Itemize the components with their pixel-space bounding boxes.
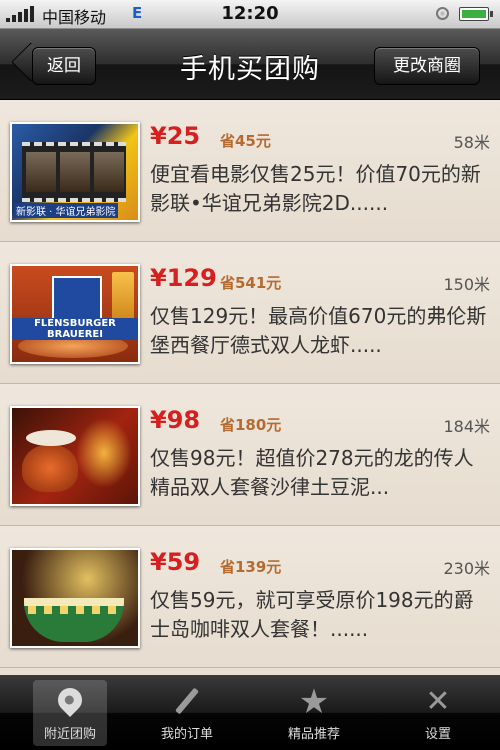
deal-list[interactable]: 新影联 · 华谊兄弟影院 ¥25 省45元 58米 便宜看电影仅售25元！价值7… xyxy=(0,100,500,675)
change-area-button[interactable]: 更改商圈 xyxy=(374,47,480,85)
deal-item[interactable]: 新影联 · 华谊兄弟影院 ¥25 省45元 58米 便宜看电影仅售25元！价值7… xyxy=(0,100,500,242)
deal-saving: 省180元 xyxy=(220,416,282,434)
tab-my-orders[interactable]: 我的订单 xyxy=(150,680,224,746)
deal-distance: 150米 xyxy=(443,275,490,294)
deal-price: ¥59 xyxy=(150,548,201,576)
deal-item[interactable]: ¥59 省139元 230米 仅售59元，就可享受原价198元的爵士岛咖啡双人套… xyxy=(0,526,500,668)
tools-icon: ✕ xyxy=(425,684,451,719)
pen-icon xyxy=(175,687,199,715)
deal-price: ¥129 xyxy=(150,264,217,292)
deal-saving: 省139元 xyxy=(220,558,282,576)
deal-distance: 230米 xyxy=(443,559,490,578)
thumbnail-caption: 新影联 · 华谊兄弟影院 xyxy=(14,203,118,218)
clock: 12:20 xyxy=(221,3,279,24)
deal-price: ¥98 xyxy=(150,406,201,434)
thumbnail-caption: FLENSBURGER BRAUEREI xyxy=(12,318,138,340)
deal-price: ¥25 xyxy=(150,122,201,150)
deal-description: 便宜看电影仅售25元！价值70元的新影联•华谊兄弟影院2D...... xyxy=(150,162,481,215)
tab-label: 设置 xyxy=(424,727,451,742)
status-bar: 中国移动 E 12:20 xyxy=(0,0,500,29)
deal-description: 仅售98元！超值价278元的龙的传人精品双人套餐沙律土豆泥... xyxy=(150,446,474,499)
tab-label: 我的订单 xyxy=(160,727,213,742)
star-icon: ★ xyxy=(298,682,330,722)
location-pin-icon xyxy=(53,683,87,717)
deal-saving: 省541元 xyxy=(220,274,282,292)
tab-featured[interactable]: ★ 精品推荐 xyxy=(277,680,351,746)
deal-thumbnail xyxy=(10,406,140,506)
deal-item[interactable]: FLENSBURGER BRAUEREI ¥129 省541元 150米 仅售1… xyxy=(0,242,500,384)
nav-bar: 返回 手机买团购 更改商圈 xyxy=(0,29,500,100)
deal-saving: 省45元 xyxy=(220,132,271,150)
tab-label: 附近团购 xyxy=(43,727,96,742)
tab-label: 精品推荐 xyxy=(287,727,340,742)
deal-distance: 184米 xyxy=(443,417,490,436)
deal-thumbnail: FLENSBURGER BRAUEREI xyxy=(10,264,140,364)
deal-description: 仅售59元，就可享受原价198元的爵士岛咖啡双人套餐！...... xyxy=(150,588,474,641)
deal-item[interactable]: ¥98 省180元 184米 仅售98元！超值价278元的龙的传人精品双人套餐沙… xyxy=(0,384,500,526)
tab-bar: 附近团购 我的订单 ★ 精品推荐 ✕ 设置 xyxy=(0,675,500,750)
deal-thumbnail: 新影联 · 华谊兄弟影院 xyxy=(10,122,140,222)
battery-icon xyxy=(459,7,493,21)
tab-nearby-deals[interactable]: 附近团购 xyxy=(33,680,107,746)
rotation-lock-icon xyxy=(436,7,449,20)
tab-settings[interactable]: ✕ 设置 xyxy=(401,680,475,746)
deal-thumbnail xyxy=(10,548,140,648)
deal-distance: 58米 xyxy=(453,133,490,152)
deal-description: 仅售129元！最高价值670元的弗伦斯堡西餐厅德式双人龙虾..... xyxy=(150,304,487,357)
